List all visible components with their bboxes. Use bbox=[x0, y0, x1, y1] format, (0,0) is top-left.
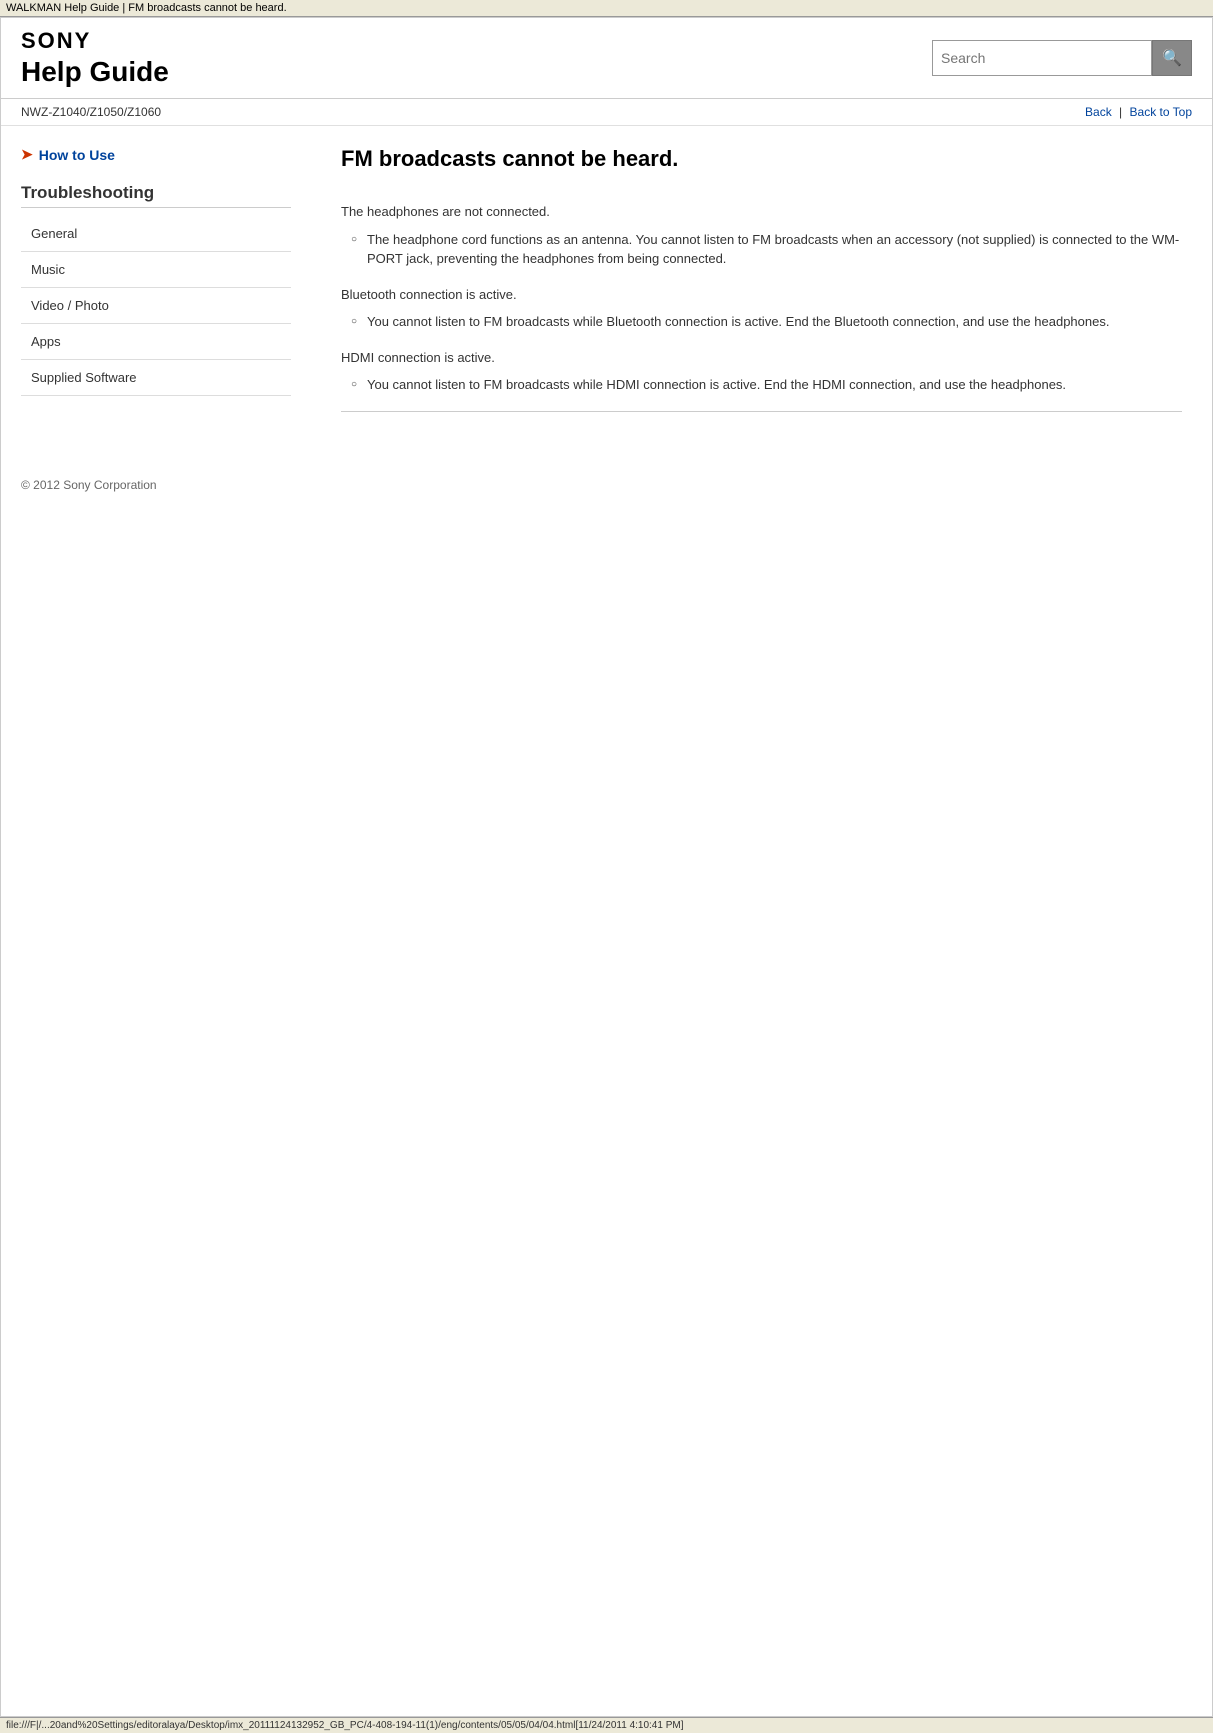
section-headphones: The headphones are not connected. The he… bbox=[341, 202, 1182, 269]
list-item: The headphone cord functions as an anten… bbox=[351, 230, 1182, 269]
search-icon: 🔍 bbox=[1162, 48, 1182, 68]
sidebar-how-to-use[interactable]: ➤ How to Use bbox=[21, 146, 291, 163]
list-item: You cannot listen to FM broadcasts while… bbox=[351, 312, 1182, 332]
content-divider bbox=[341, 411, 1182, 412]
list-item: You cannot listen to FM broadcasts while… bbox=[351, 375, 1182, 395]
section-bluetooth-bullets: You cannot listen to FM broadcasts while… bbox=[341, 312, 1182, 332]
sony-logo: SONY bbox=[21, 28, 169, 54]
sidebar: ➤ How to Use Troubleshooting General Mus… bbox=[1, 126, 311, 458]
sidebar-link-supplied-software[interactable]: Supplied Software bbox=[21, 360, 291, 395]
sidebar-link-music[interactable]: Music bbox=[21, 252, 291, 287]
help-guide-title: Help Guide bbox=[21, 56, 169, 88]
sub-header: NWZ-Z1040/Z1050/Z1060 Back | Back to Top bbox=[1, 99, 1212, 126]
sidebar-item-general[interactable]: General bbox=[21, 216, 291, 252]
nav-links: Back | Back to Top bbox=[1085, 105, 1192, 119]
browser-title-text: WALKMAN Help Guide | FM broadcasts canno… bbox=[6, 2, 287, 14]
header: SONY Help Guide 🔍 bbox=[1, 18, 1212, 99]
search-button[interactable]: 🔍 bbox=[1152, 40, 1192, 76]
back-link[interactable]: Back bbox=[1085, 105, 1112, 119]
sidebar-link-general[interactable]: General bbox=[21, 216, 291, 251]
chevron-right-icon: ➤ bbox=[21, 146, 33, 163]
sidebar-nav: General Music Video / Photo Apps Supplie… bbox=[21, 216, 291, 396]
browser-bottom-bar: file:///F|/...20and%20Settings/editorala… bbox=[0, 1717, 1213, 1733]
footer: © 2012 Sony Corporation bbox=[1, 458, 1212, 512]
section-headphones-bullets: The headphone cord functions as an anten… bbox=[341, 230, 1182, 269]
section-bluetooth: Bluetooth connection is active. You cann… bbox=[341, 285, 1182, 332]
browser-bottom-text: file:///F|/...20and%20Settings/editorala… bbox=[6, 1720, 684, 1731]
section-hdmi-bullets: You cannot listen to FM broadcasts while… bbox=[341, 375, 1182, 395]
section-hdmi-intro: HDMI connection is active. bbox=[341, 348, 1182, 368]
section-bluetooth-intro: Bluetooth connection is active. bbox=[341, 285, 1182, 305]
back-to-top-link[interactable]: Back to Top bbox=[1130, 105, 1192, 119]
nav-separator: | bbox=[1119, 105, 1122, 119]
copyright-text: © 2012 Sony Corporation bbox=[21, 478, 157, 492]
section-hdmi: HDMI connection is active. You cannot li… bbox=[341, 348, 1182, 395]
troubleshooting-heading: Troubleshooting bbox=[21, 183, 291, 208]
page-wrapper: SONY Help Guide 🔍 NWZ-Z1040/Z1050/Z1060 … bbox=[0, 17, 1213, 1717]
sidebar-item-apps[interactable]: Apps bbox=[21, 324, 291, 360]
sidebar-link-video-photo[interactable]: Video / Photo bbox=[21, 288, 291, 323]
section-headphones-intro: The headphones are not connected. bbox=[341, 202, 1182, 222]
header-left: SONY Help Guide bbox=[21, 28, 169, 88]
page-title: FM broadcasts cannot be heard. bbox=[341, 146, 1182, 182]
search-input[interactable] bbox=[932, 40, 1152, 76]
how-to-use-label: How to Use bbox=[39, 147, 115, 163]
sidebar-item-supplied-software[interactable]: Supplied Software bbox=[21, 360, 291, 396]
sidebar-item-video-photo[interactable]: Video / Photo bbox=[21, 288, 291, 324]
sidebar-link-apps[interactable]: Apps bbox=[21, 324, 291, 359]
main-content: FM broadcasts cannot be heard. The headp… bbox=[311, 126, 1212, 458]
header-right: 🔍 bbox=[932, 40, 1192, 76]
content-area: ➤ How to Use Troubleshooting General Mus… bbox=[1, 126, 1212, 458]
browser-title-bar: WALKMAN Help Guide | FM broadcasts canno… bbox=[0, 0, 1213, 17]
device-model: NWZ-Z1040/Z1050/Z1060 bbox=[21, 105, 161, 119]
sidebar-item-music[interactable]: Music bbox=[21, 252, 291, 288]
